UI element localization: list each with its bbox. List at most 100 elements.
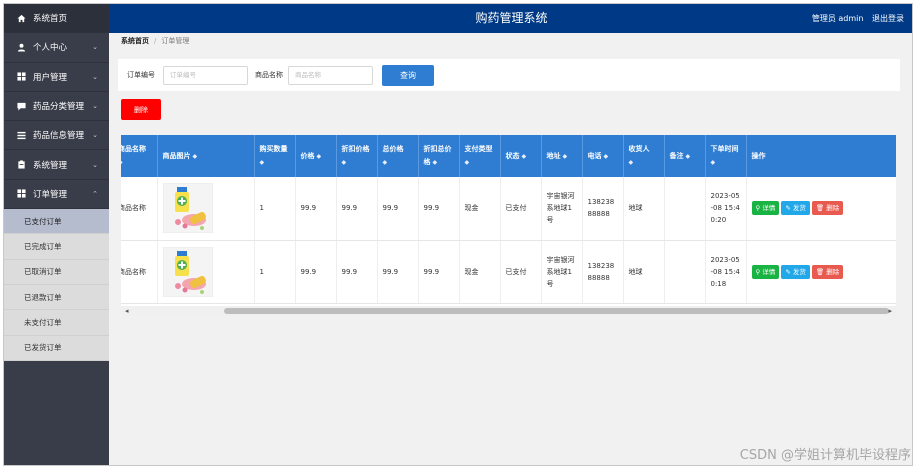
sort-icon: ◆ bbox=[464, 159, 470, 166]
submenu-item-unpaid[interactable]: 未支付订单 bbox=[4, 310, 109, 336]
ship-button[interactable]: ✎ 发货 bbox=[781, 201, 810, 216]
sidebar-item-label: 药品分类管理 bbox=[33, 102, 85, 113]
logout-link[interactable]: 退出登录 bbox=[872, 14, 904, 23]
sidebar-item-profile[interactable]: 个人中心 ⌄ bbox=[4, 33, 109, 63]
query-button[interactable]: 查询 bbox=[382, 65, 434, 86]
sort-icon: ◆ bbox=[121, 156, 152, 169]
sort-icon: ◆ bbox=[341, 159, 347, 166]
clipboard-icon bbox=[16, 160, 26, 170]
col-header-order-time[interactable]: 下单时间 ◆ bbox=[705, 135, 747, 177]
sort-icon: ◆ bbox=[432, 159, 438, 166]
edit-icon: ✎ bbox=[785, 204, 791, 213]
col-header-total[interactable]: 总价格 ◆ bbox=[377, 135, 419, 177]
sidebar-item-drug-category[interactable]: 药品分类管理 ⌄ bbox=[4, 92, 109, 122]
sidebar-item-drug-info[interactable]: 药品信息管理 ⌄ bbox=[4, 121, 109, 151]
sidebar-item-home[interactable]: 系统首页 bbox=[4, 4, 109, 34]
cell-drug-image bbox=[157, 240, 255, 304]
sidebar-item-label: 系统首页 bbox=[33, 14, 68, 25]
col-header-actions: 操作 bbox=[746, 135, 896, 177]
submenu-item-shipped[interactable]: 已发货订单 bbox=[4, 336, 109, 361]
sort-icon: ◆ bbox=[628, 159, 634, 166]
submenu-item-refunded[interactable]: 已退款订单 bbox=[4, 285, 109, 311]
scrollbar-thumb[interactable] bbox=[224, 308, 889, 314]
column-header-label: 折扣总价格 bbox=[423, 145, 452, 166]
chevron-down-icon: ⌄ bbox=[92, 72, 98, 81]
cell-actions: ⚲ 详情 ✎ 发货 🗑 删除 bbox=[746, 177, 896, 241]
delete-label: 删除 bbox=[826, 204, 840, 213]
column-header-label: 商品名称 bbox=[121, 145, 146, 153]
col-header-phone[interactable]: 电话 ◆ bbox=[582, 135, 624, 177]
col-header-discount-total[interactable]: 折扣总价格 ◆ bbox=[418, 135, 460, 177]
cell-order-time: 2023-05-08 15:40:20 bbox=[705, 177, 747, 241]
delete-row-button[interactable]: 🗑 删除 bbox=[811, 201, 844, 216]
column-header-label: 购买数量 bbox=[259, 145, 288, 153]
breadcrumb-home[interactable]: 系统首页 bbox=[121, 37, 149, 45]
ship-button[interactable]: ✎ 发货 bbox=[781, 264, 810, 279]
cell-price: 99.9 bbox=[295, 177, 337, 241]
order-no-label: 订单编号 bbox=[127, 71, 155, 79]
cell-drug-name: 商品名称 bbox=[121, 177, 158, 241]
submenu-item-completed[interactable]: 已完成订单 bbox=[4, 234, 109, 260]
col-header-drug-image[interactable]: 商品图片 ◆ bbox=[157, 135, 255, 177]
horizontal-scrollbar[interactable]: ◂ ▸ bbox=[121, 306, 896, 316]
scroll-right-icon[interactable]: ▸ bbox=[888, 306, 892, 316]
detail-label: 详情 bbox=[762, 204, 776, 213]
search-panel: 订单编号 商品名称 查询 bbox=[118, 59, 900, 91]
col-header-status[interactable]: 状态 ◆ bbox=[500, 135, 542, 177]
orders-table-container: 商品名称◆ 商品图片◆ 购买数量◆ 价格◆ 折扣价格◆ 总价格◆ 折扣总价格◆ … bbox=[121, 135, 896, 315]
grid-icon bbox=[16, 72, 26, 82]
detail-button[interactable]: ⚲ 详情 bbox=[751, 201, 780, 216]
cell-receiver: 地球 bbox=[623, 177, 665, 241]
order-no-input[interactable] bbox=[163, 66, 248, 85]
column-header-label: 下单时间 bbox=[710, 145, 739, 153]
header-user-area: 管理员 admin 退出登录 bbox=[806, 4, 904, 33]
delete-row-button[interactable]: 🗑 删除 bbox=[811, 264, 844, 279]
breadcrumb-separator: / bbox=[154, 37, 157, 45]
chevron-down-icon: ⌄ bbox=[92, 160, 98, 169]
cell-pay-type: 现金 bbox=[459, 240, 501, 304]
list-icon bbox=[16, 130, 26, 140]
cell-status: 已支付 bbox=[500, 177, 542, 241]
col-header-qty[interactable]: 购买数量 ◆ bbox=[254, 135, 296, 177]
col-header-remark[interactable]: 备注 ◆ bbox=[664, 135, 706, 177]
col-header-discount-price[interactable]: 折扣价格 ◆ bbox=[336, 135, 378, 177]
submenu-item-cancelled[interactable]: 已取消订单 bbox=[4, 260, 109, 285]
batch-delete-button[interactable]: 删除 bbox=[121, 99, 161, 120]
comment-icon bbox=[16, 101, 26, 111]
user-icon bbox=[16, 42, 26, 52]
detail-button[interactable]: ⚲ 详情 bbox=[751, 264, 780, 279]
sidebar: 系统首页 个人中心 ⌄ 用户管理 ⌄ 药品分类管理 ⌄ 药品信息管理 ⌄ 系统管… bbox=[4, 4, 109, 465]
table-row: 商品名称 1 99.9 99.9 99.9 99.9 现金 已支付 宇宙银河系地… bbox=[121, 240, 896, 304]
col-header-drug-name[interactable]: 商品名称 ◆ bbox=[121, 135, 158, 177]
table-header-row: 商品名称◆ 商品图片◆ 购买数量◆ 价格◆ 折扣价格◆ 总价格◆ 折扣总价格◆ … bbox=[121, 135, 896, 177]
submenu-item-paid[interactable]: 已支付订单 bbox=[4, 209, 109, 235]
delete-label: 删除 bbox=[826, 267, 840, 276]
col-header-pay-type[interactable]: 支付类型 ◆ bbox=[459, 135, 501, 177]
cell-remark bbox=[664, 240, 706, 304]
sort-icon: ◆ bbox=[710, 159, 716, 166]
scroll-left-icon[interactable]: ◂ bbox=[125, 306, 129, 316]
drug-name-input[interactable] bbox=[288, 66, 373, 85]
drug-image[interactable] bbox=[162, 183, 213, 234]
drug-image[interactable] bbox=[162, 246, 213, 297]
sort-icon: ◆ bbox=[316, 152, 322, 160]
cell-total: 99.9 bbox=[377, 240, 419, 304]
column-header-label: 支付类型 bbox=[464, 145, 493, 153]
column-header-label: 收货人 bbox=[628, 145, 650, 153]
trash-icon: 🗑 bbox=[815, 204, 825, 213]
chevron-down-icon: ⌄ bbox=[92, 43, 98, 52]
column-header-label: 电话 bbox=[587, 151, 602, 160]
cell-drug-image bbox=[157, 177, 255, 241]
col-header-price[interactable]: 价格 ◆ bbox=[295, 135, 337, 177]
col-header-address[interactable]: 地址 ◆ bbox=[541, 135, 583, 177]
search-icon: ⚲ bbox=[755, 267, 761, 276]
sidebar-item-system[interactable]: 系统管理 ⌄ bbox=[4, 150, 109, 180]
column-header-label: 商品图片 bbox=[162, 151, 191, 160]
ship-label: 发货 bbox=[792, 267, 806, 276]
sidebar-item-orders[interactable]: 订单管理 ⌃ bbox=[4, 180, 109, 210]
cell-qty: 1 bbox=[254, 240, 296, 304]
sidebar-item-users[interactable]: 用户管理 ⌄ bbox=[4, 63, 109, 92]
detail-label: 详情 bbox=[762, 267, 776, 276]
col-header-receiver[interactable]: 收货人 ◆ bbox=[623, 135, 665, 177]
cell-drug-name: 商品名称 bbox=[121, 240, 158, 304]
